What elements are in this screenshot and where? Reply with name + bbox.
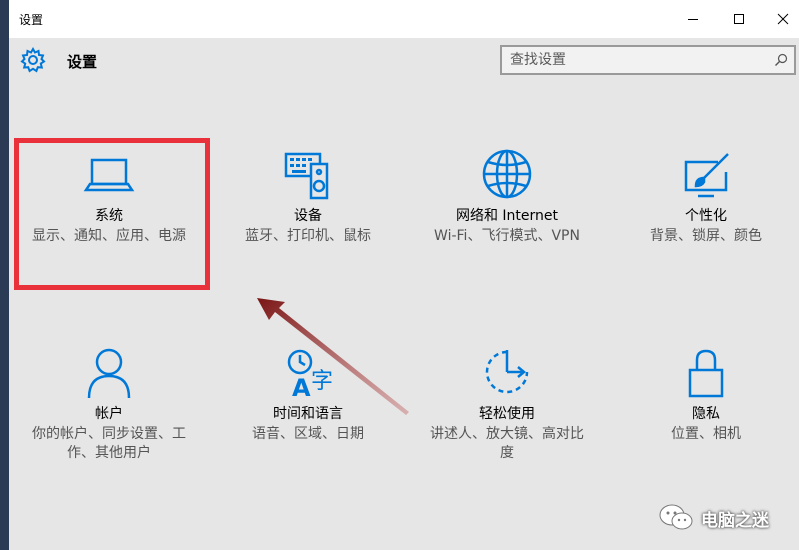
keyboard-speaker-icon xyxy=(284,152,329,200)
minimize-button[interactable] xyxy=(681,7,705,31)
tile-devices-name: 设备 xyxy=(294,208,322,224)
maximize-icon xyxy=(734,14,744,24)
tile-system-name: 系统 xyxy=(95,208,123,224)
tile-network-name: 网络和 Internet xyxy=(455,208,559,224)
tile-privacy-name: 隐私 xyxy=(692,406,720,422)
watermark: 电脑之迷 xyxy=(657,500,797,536)
tile-personalization[interactable]: 个性化 背景、锁屏、颜色 xyxy=(611,148,799,246)
settings-window: 设置 设置 查找设置 系统 显示、通知、应用、电源 设备 蓝牙、打印机、鼠标 网… xyxy=(9,0,799,550)
title-bar[interactable]: 设置 xyxy=(9,0,799,38)
settings-header: 设置 xyxy=(9,38,799,86)
wechat-logo-icon xyxy=(659,504,693,530)
watermark-text: 电脑之迷 xyxy=(701,511,769,531)
tile-privacy[interactable]: 隐私 位置、相机 xyxy=(611,346,799,444)
close-button[interactable] xyxy=(771,7,795,31)
annotation-arrow xyxy=(257,298,409,415)
page-title: 设置 xyxy=(67,53,98,71)
search-icon[interactable] xyxy=(774,53,788,67)
gear-icon xyxy=(20,46,46,73)
tile-devices-desc: 蓝牙、打印机、鼠标 xyxy=(245,228,371,244)
tile-devices[interactable]: 设备 蓝牙、打印机、鼠标 xyxy=(213,148,403,246)
tile-accounts-name: 帐户 xyxy=(95,406,123,422)
globe-icon xyxy=(482,149,532,199)
tile-system[interactable]: 系统 显示、通知、应用、电源 xyxy=(14,148,204,246)
close-icon xyxy=(777,13,789,25)
tile-privacy-desc: 位置、相机 xyxy=(671,426,741,442)
window-title: 设置 xyxy=(19,13,44,27)
search-box[interactable] xyxy=(500,45,796,75)
tile-personalization-name: 个性化 xyxy=(685,208,727,224)
tile-ease-of-access-name: 轻松使用 xyxy=(479,406,535,422)
tile-accounts-desc: 你的帐户、同步设置、工作、其他用户 xyxy=(32,426,186,461)
person-icon xyxy=(87,348,131,399)
search-input[interactable] xyxy=(510,50,760,70)
ease-of-access-icon xyxy=(485,350,529,394)
maximize-button[interactable] xyxy=(727,7,751,31)
tile-network[interactable]: 网络和 Internet Wi-Fi、飞行模式、VPN xyxy=(412,148,602,246)
tile-personalization-desc: 背景、锁屏、颜色 xyxy=(650,228,762,244)
tile-ease-of-access[interactable]: 轻松使用 讲述人、放大镜、高对比度 xyxy=(412,346,602,463)
paint-brush-icon xyxy=(684,153,729,198)
tile-system-desc: 显示、通知、应用、电源 xyxy=(32,228,186,244)
tile-accounts[interactable]: 帐户 你的帐户、同步设置、工作、其他用户 xyxy=(14,346,204,463)
tile-network-desc: Wi-Fi、飞行模式、VPN xyxy=(434,228,580,244)
tile-time-language-desc: 语音、区域、日期 xyxy=(252,426,364,442)
laptop-icon xyxy=(83,158,135,192)
minimize-icon xyxy=(688,19,698,20)
tile-ease-of-access-desc: 讲述人、放大镜、高对比度 xyxy=(430,426,584,461)
lock-icon xyxy=(688,349,724,398)
